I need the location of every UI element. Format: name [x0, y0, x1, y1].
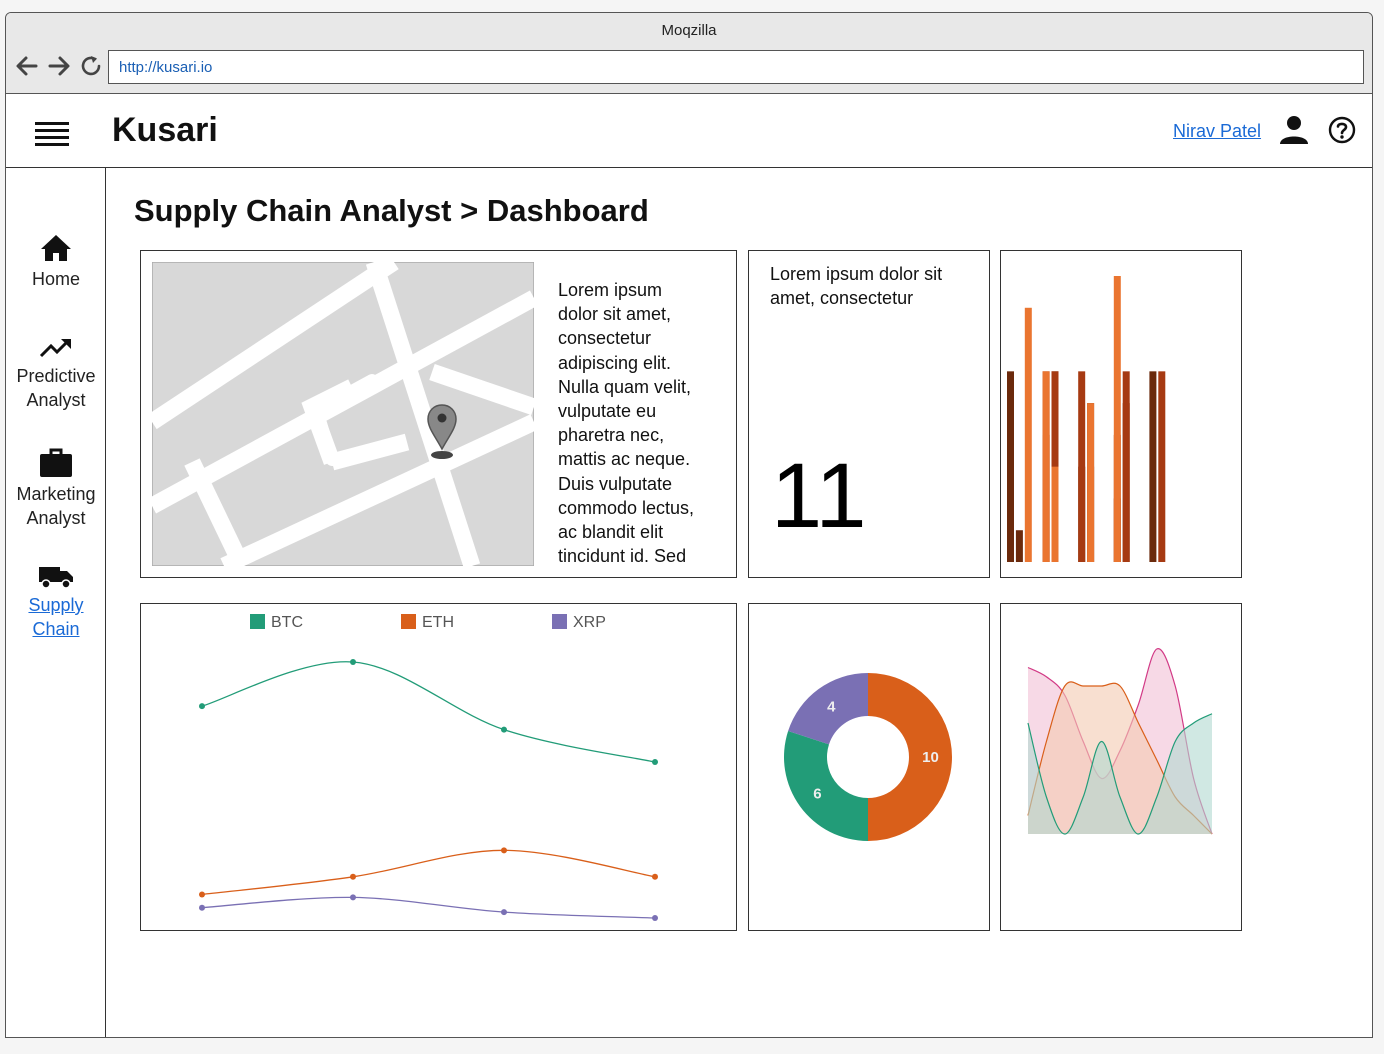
user-name-link[interactable]: Nirav Patel: [1173, 121, 1261, 142]
trending-up-icon: [39, 338, 71, 358]
sidebar-item-label: Home: [31, 269, 80, 289]
pie-slice[interactable]: [784, 731, 868, 841]
data-point[interactable]: [199, 904, 205, 911]
data-point[interactable]: [350, 894, 356, 901]
text-line: consectetur: [558, 328, 652, 349]
text-line: tincidunt id. Sed: [558, 546, 687, 567]
map-description: Lorem ipsum dolor sit amet, consectetur …: [558, 278, 694, 568]
bar[interactable]: [1113, 276, 1121, 562]
text-line: Lorem ipsum dolor sit: [770, 264, 943, 284]
data-point[interactable]: [501, 909, 507, 916]
text-line: mattis ac neque.: [558, 449, 691, 470]
sidebar-item-predictive-analyst[interactable]: Predictive Analyst: [6, 336, 106, 412]
stat-value: 11: [771, 445, 867, 547]
text-line: Lorem ipsum: [558, 280, 663, 300]
data-point[interactable]: [350, 659, 356, 665]
data-point[interactable]: [652, 759, 658, 766]
bar[interactable]: [1149, 371, 1157, 562]
text-line: commodo lectus,: [558, 497, 695, 518]
sidebar-item-label: Predictive: [16, 366, 96, 386]
data-point[interactable]: [350, 873, 356, 880]
bar[interactable]: [1007, 371, 1014, 562]
sidebar-item-label: Marketing: [16, 484, 96, 504]
text-line: Nulla quam velit,: [558, 376, 692, 397]
data-point[interactable]: [501, 726, 507, 733]
pin-shadow: [431, 451, 453, 459]
data-point[interactable]: [652, 873, 658, 880]
area-chart-card: [1000, 603, 1242, 931]
data-point[interactable]: [199, 703, 205, 710]
sidebar-item-marketing-analyst[interactable]: Marketing Analyst: [6, 448, 106, 530]
bar-chart: [1007, 276, 1166, 562]
data-point[interactable]: [501, 847, 507, 854]
reload-icon[interactable]: [78, 53, 104, 79]
app-header: Kusari Nirav Patel: [6, 94, 1372, 168]
map-image[interactable]: [152, 262, 534, 566]
bar[interactable]: [1078, 371, 1086, 562]
stat-card: Lorem ipsum dolor sit amet, consectetur …: [748, 250, 990, 578]
slice-label: 6: [813, 786, 821, 803]
donut-chart: 10 6 4: [784, 673, 952, 841]
text-line: dolor sit amet,: [558, 304, 672, 325]
slice-label: 4: [827, 698, 836, 715]
area-chart: [1027, 648, 1213, 835]
back-arrow-icon[interactable]: [14, 53, 40, 79]
user-icon[interactable]: [1279, 115, 1309, 145]
data-point[interactable]: [199, 891, 205, 898]
app-brand: Kusari: [112, 111, 218, 149]
series-line[interactable]: [201, 661, 656, 763]
sidebar-item-label: Analyst: [26, 508, 86, 528]
text-line: amet, consectetur: [770, 288, 914, 308]
series-line[interactable]: [201, 849, 656, 896]
bar[interactable]: [1158, 371, 1166, 562]
help-icon[interactable]: [1328, 116, 1356, 144]
text-line: vulputate eu: [558, 401, 657, 422]
sidebar-item-label: Chain: [32, 619, 80, 639]
map-card: Lorem ipsum dolor sit amet, consectetur …: [140, 250, 737, 578]
url-bar[interactable]: http://kusari.io: [108, 50, 1364, 84]
bar[interactable]: [1087, 403, 1095, 562]
data-point[interactable]: [652, 915, 658, 921]
sidebar-item-label: Analyst: [26, 390, 86, 410]
line-chart-card: BTC ETH XRP: [140, 603, 737, 931]
pie-slice[interactable]: [868, 673, 952, 841]
bar[interactable]: [1015, 530, 1023, 562]
sidebar-item-supply-chain[interactable]: Supply Chain: [6, 565, 106, 641]
page-title: Supply Chain Analyst > Dashboard: [134, 193, 649, 228]
bar[interactable]: [1024, 307, 1032, 562]
browser-window: Moqzilla http://kusari.io Kusari Nirav P…: [5, 12, 1373, 1038]
text-line: Duis vulputate: [558, 473, 673, 494]
forward-arrow-icon[interactable]: [46, 53, 72, 79]
text-line: pharetra nec,: [558, 425, 665, 446]
window-title: Moqzilla: [661, 22, 717, 39]
stat-description: Lorem ipsum dolor sit amet, consectetur: [770, 262, 942, 310]
bar[interactable]: [1051, 466, 1059, 562]
hamburger-menu-icon[interactable]: [35, 120, 69, 146]
bar-chart-card: [1000, 250, 1242, 578]
text-line: ac blandit elit: [558, 522, 664, 543]
truck-icon: [39, 567, 73, 589]
home-icon: [41, 235, 71, 261]
donut-chart-card: 10 6 4: [748, 603, 990, 931]
text-line: adipiscing elit.: [558, 352, 672, 373]
bar[interactable]: [1042, 371, 1050, 562]
sidebar-nav: Home Predictive Analyst Marketing Analys…: [6, 168, 106, 1037]
briefcase-icon: [40, 448, 72, 477]
slice-label: 10: [922, 749, 939, 766]
line-chart: [199, 659, 658, 921]
sidebar-item-home[interactable]: Home: [6, 233, 106, 291]
series-line[interactable]: [201, 896, 656, 919]
bar[interactable]: [1122, 371, 1130, 562]
browser-chrome: Moqzilla http://kusari.io: [6, 13, 1372, 94]
sidebar-item-label: Supply: [28, 595, 84, 615]
